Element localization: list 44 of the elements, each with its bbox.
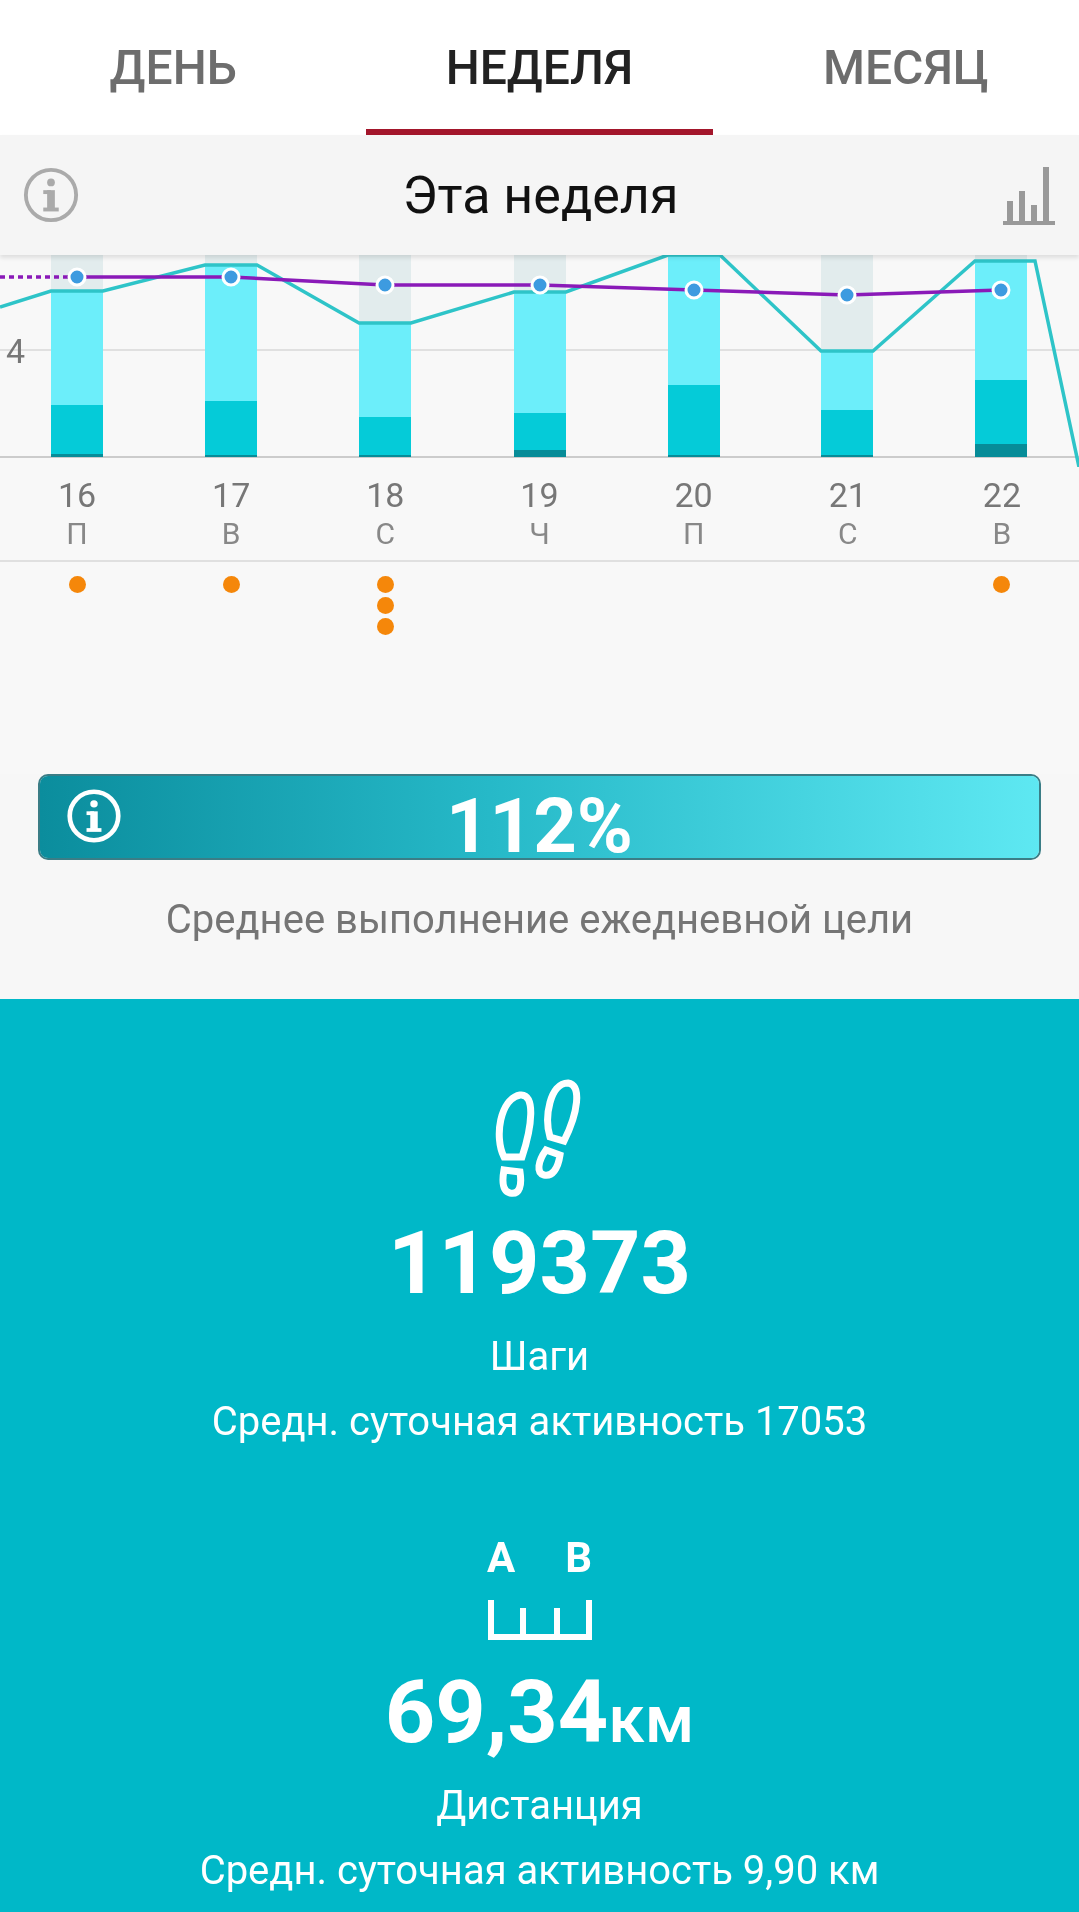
goal-percent: 112% <box>446 788 633 858</box>
data-point <box>375 275 395 295</box>
day-date: 17 <box>212 475 251 515</box>
event-dot <box>376 618 394 635</box>
bar-chart-icon[interactable] <box>1001 165 1057 225</box>
data-point <box>837 285 857 305</box>
axis-label: 4 <box>6 331 26 371</box>
weekday-label: П <box>682 515 705 553</box>
end-marker: B <box>565 1533 592 1582</box>
day-date: 16 <box>57 475 97 515</box>
event-dot <box>376 576 394 593</box>
steps-average: Средн. суточная активность 17053 <box>211 1398 868 1445</box>
day-date: 21 <box>828 475 867 515</box>
data-point <box>530 275 550 295</box>
weekday-label: Ч <box>529 515 550 553</box>
distance-average: Средн. суточная активность 9,90 км <box>199 1847 880 1894</box>
day-date: 18 <box>366 475 405 515</box>
weekday-label: П <box>66 515 88 553</box>
distance-label: Дистанция <box>436 1782 643 1829</box>
data-point <box>991 280 1011 300</box>
weekday-label: В <box>992 515 1012 553</box>
distance-total: 69,34км <box>384 1668 695 1756</box>
weekday-label: В <box>221 515 241 553</box>
tab[interactable]: ДЕНЬ <box>0 0 347 135</box>
start-marker: A <box>487 1533 516 1582</box>
day-date: 22 <box>982 475 1022 515</box>
event-dot <box>376 597 394 614</box>
day-date: 20 <box>674 475 713 515</box>
data-point <box>67 267 87 287</box>
steps-label: Шаги <box>489 1333 590 1380</box>
tab[interactable]: МЕСЯЦ <box>732 0 1079 135</box>
event-dot <box>222 576 240 593</box>
data-point <box>221 267 241 287</box>
screen-title: Эта неделя <box>402 164 679 226</box>
info-icon[interactable] <box>22 166 80 224</box>
event-dot <box>68 576 86 593</box>
goal-caption: Среднее выполнение ежедневной цели <box>164 896 915 943</box>
weekday-label: С <box>375 515 396 553</box>
steps-total: 119373 <box>388 1219 691 1307</box>
event-dot <box>993 576 1011 593</box>
day-date: 19 <box>520 475 559 515</box>
ruler-icon <box>487 1600 592 1640</box>
data-point <box>684 280 704 300</box>
weekday-label: С <box>838 515 858 553</box>
